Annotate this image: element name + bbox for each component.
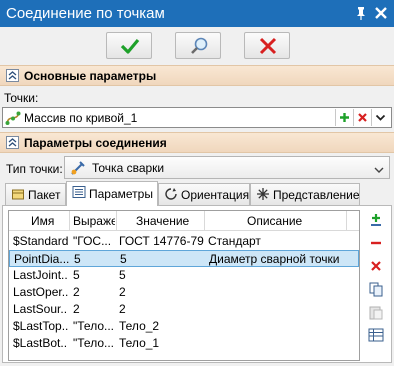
column-divider[interactable] (204, 211, 205, 231)
parameters-icon (72, 185, 86, 202)
minus-icon (371, 241, 381, 245)
table-cell: $Standard (13, 234, 68, 248)
preview-button[interactable] (175, 32, 221, 59)
point-type-value: Точка сварки (92, 161, 165, 175)
paste-icon (369, 306, 383, 320)
delete-parameter-button[interactable] (365, 256, 387, 276)
pin-icon[interactable] (352, 4, 370, 22)
column-divider[interactable] (116, 211, 117, 231)
table-cell: Тело_1 (119, 336, 160, 350)
table-row[interactable]: $LastBot... "Тело... Тело_1 (9, 335, 359, 352)
table-cell: ГОСТ 14776-79 (119, 234, 204, 248)
collapse-icon[interactable] (6, 69, 19, 82)
section-connection-params[interactable]: Параметры соединения (0, 132, 394, 153)
point-type-label: Тип точки: (6, 162, 63, 176)
table-row[interactable]: $Standard "ГОС... ГОСТ 14776-79 Стандарт (9, 233, 359, 250)
plus-icon (340, 113, 349, 122)
table-cell: 2 (119, 302, 126, 316)
tab-package[interactable]: Пакет (5, 183, 66, 205)
curve-array-icon (5, 110, 21, 129)
table-cell: 5 (74, 252, 81, 266)
tab-parameters-label: Параметры (89, 187, 153, 201)
window-title: Соединение по точкам (6, 5, 165, 22)
table-cell: "Тело... (73, 319, 115, 333)
point-type-select[interactable]: Точка сварки (64, 156, 390, 179)
orientation-icon (164, 187, 178, 204)
table-row[interactable]: LastJoint... 5 5 (9, 267, 359, 284)
copy-button[interactable] (365, 279, 387, 299)
table-cell: Стандарт (208, 234, 261, 248)
table-cell: 5 (73, 268, 80, 282)
table-cell: Тело_2 (119, 319, 160, 333)
tab-representation-label: Представление (273, 188, 360, 202)
table-cell: 2 (73, 302, 80, 316)
table-cell: LastJoint... (13, 268, 68, 282)
cross-icon (259, 37, 277, 55)
table-cell: "Тело... (73, 336, 115, 350)
table-row[interactable]: $LastTop... "Тело... Тело_2 (9, 318, 359, 335)
table-cell: 5 (119, 268, 126, 282)
tab-parameters[interactable]: Параметры (66, 181, 158, 206)
representation-icon (256, 187, 270, 204)
close-icon[interactable] (372, 4, 390, 22)
tab-orientation[interactable]: Ориентация (158, 183, 250, 205)
magnifier-icon (191, 37, 208, 54)
table-cell: 2 (119, 285, 126, 299)
title-bar: Соединение по точкам (0, 0, 394, 27)
remove-point-button[interactable] (353, 109, 370, 126)
action-bar (0, 27, 394, 65)
remove-icon (358, 113, 367, 122)
column-divider[interactable] (346, 211, 347, 231)
cancel-button[interactable] (244, 32, 290, 59)
section-main-label: Основные параметры (24, 69, 157, 83)
points-field[interactable]: Массив по кривой_1 (2, 107, 392, 128)
table-cell: Диаметр сварной точки (209, 252, 340, 266)
checkmark-icon (120, 38, 140, 54)
delete-icon (371, 261, 381, 271)
points-dropdown-button[interactable] (371, 109, 388, 126)
table-icon (368, 328, 384, 342)
tab-orientation-label: Ориентация (181, 188, 250, 202)
table-cell: $LastBot... (13, 336, 68, 350)
table-cell: PointDia... (14, 252, 69, 266)
add-parameter-button[interactable] (365, 210, 387, 230)
package-icon (11, 187, 25, 204)
chevron-down-icon (374, 163, 384, 177)
table-properties-button[interactable] (365, 325, 387, 345)
ok-button[interactable] (106, 32, 152, 59)
table-cell: LastOper... (13, 285, 68, 299)
add-point-button[interactable] (335, 109, 352, 126)
tab-package-label: Пакет (28, 188, 61, 202)
weld-point-icon (70, 160, 86, 179)
table-cell: LastSour... (13, 302, 68, 316)
table-header: Имя Выражен Значение Описание (9, 211, 359, 231)
table-row[interactable]: PointDia... 5 5 Диаметр сварной точки (9, 250, 359, 267)
table-cell: 5 (120, 252, 127, 266)
table-row[interactable]: LastOper... 2 2 (9, 284, 359, 301)
section-main-params[interactable]: Основные параметры (0, 65, 394, 86)
table-row[interactable]: LastSour... 2 2 (9, 301, 359, 318)
column-header-description[interactable]: Описание (247, 214, 327, 228)
chevron-down-icon (375, 114, 386, 121)
paste-button[interactable] (365, 302, 387, 322)
collapse-icon[interactable] (6, 136, 19, 149)
column-header-expression[interactable]: Выражен (73, 214, 115, 228)
table-cell: "ГОС... (73, 234, 112, 248)
column-header-value[interactable]: Значение (136, 214, 206, 228)
remove-parameter-button[interactable] (365, 233, 387, 253)
column-header-name[interactable]: Имя (31, 214, 69, 228)
parameters-table[interactable]: Имя Выражен Значение Описание $Standard "… (8, 210, 360, 361)
points-label: Точки: (4, 91, 39, 105)
add-parameter-icon (371, 214, 381, 226)
table-cell: $LastTop... (13, 319, 68, 333)
section-connection-label: Параметры соединения (24, 136, 167, 150)
column-divider[interactable] (69, 211, 70, 231)
points-value: Массив по кривой_1 (24, 111, 138, 125)
table-cell: 2 (73, 285, 80, 299)
copy-icon (369, 282, 383, 297)
tab-representation[interactable]: Представление (250, 183, 360, 205)
